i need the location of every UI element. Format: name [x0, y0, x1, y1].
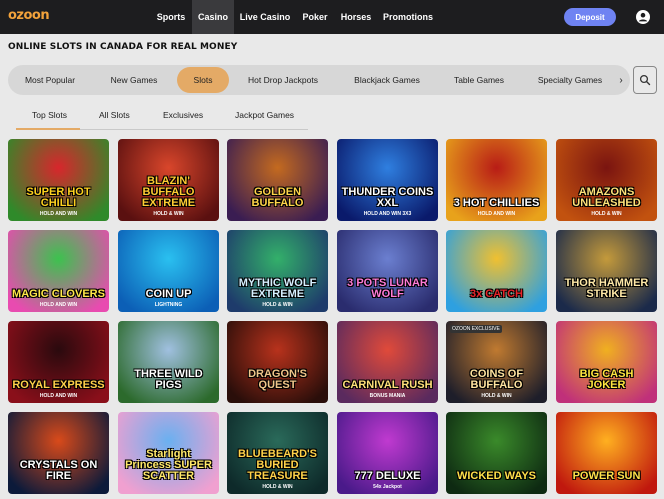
page-title: ONLINE SLOTS IN CANADA FOR REAL MONEY: [8, 42, 238, 52]
nav-sports[interactable]: Sports: [152, 0, 190, 34]
category-table-games[interactable]: Table Games: [445, 67, 513, 93]
game-title: AMAZONS UNLEASHED: [572, 186, 641, 209]
subtab-top-slots[interactable]: Top Slots: [32, 110, 67, 124]
nav-promotions[interactable]: Promotions: [381, 0, 435, 34]
game-tile[interactable]: THREE WILD PIGS: [118, 321, 219, 403]
game-tile[interactable]: CARNIVAL RUSH BONUS MANIA: [337, 321, 438, 403]
nav-casino[interactable]: Casino: [192, 0, 234, 34]
game-tile[interactable]: OZOON EXCLUSIVE COINS OF BUFFALO HOLD & WI…: [446, 321, 547, 403]
subtab-jackpot-games[interactable]: Jackpot Games: [235, 110, 294, 124]
game-subtitle: HOLD AND WIN 3X3: [363, 211, 412, 217]
category-slots[interactable]: Slots: [177, 67, 229, 93]
game-subtitle: HOLD & WIN: [153, 211, 184, 217]
game-title: POWER SUN: [572, 470, 641, 482]
game-tile[interactable]: GOLDEN BUFFALO: [227, 139, 328, 221]
subtab-exclusives[interactable]: Exclusives: [163, 110, 203, 124]
user-account-icon[interactable]: [636, 10, 650, 24]
game-title: BLUEBEARD'S BURIED TREASURE: [237, 448, 317, 482]
game-subtitle: HOLD AND WIN: [477, 211, 516, 217]
game-subtitle: HOLD AND WIN: [39, 211, 78, 217]
category-new-games[interactable]: New Games: [100, 67, 168, 93]
game-subtitle: HOLD AND WIN: [39, 302, 78, 308]
game-tile[interactable]: 777 DELUXE 54x Jackpot: [337, 412, 438, 494]
category-hot-drop-jackpots[interactable]: Hot Drop Jackpots: [238, 67, 328, 93]
game-title: Starlight Princess SUPER SCATTER: [125, 448, 212, 482]
game-title: MAGIC CLOVERS: [12, 288, 105, 300]
game-title: 777 DELUXE: [354, 470, 421, 482]
game-tile[interactable]: MAGIC CLOVERS HOLD AND WIN: [8, 230, 109, 312]
category-specialty-games[interactable]: Specialty Games: [528, 67, 612, 93]
game-title: MYTHIC WOLF EXTREME: [238, 277, 317, 300]
game-tile[interactable]: POWER SUN: [556, 412, 657, 494]
game-subtitle: HOLD & WIN: [262, 302, 293, 308]
deposit-button[interactable]: Deposit: [564, 8, 616, 26]
game-tile[interactable]: SUPER HOT CHILLI HOLD AND WIN: [8, 139, 109, 221]
search-icon: [639, 74, 651, 86]
game-subtitle: HOLD & WIN: [481, 393, 512, 399]
game-subtitle: HOLD & WIN: [591, 211, 622, 217]
game-subtitle: HOLD AND WIN: [39, 393, 78, 399]
game-title: THOR HAMMER STRIKE: [564, 277, 649, 300]
game-tile[interactable]: CRYSTALS ON FIRE: [8, 412, 109, 494]
game-title: GOLDEN BUFFALO: [251, 186, 304, 209]
exclusive-badge: OZOON EXCLUSIVE: [450, 325, 502, 333]
subtab-all-slots[interactable]: All Slots: [99, 110, 130, 124]
game-tile[interactable]: BIG CASH JOKER: [556, 321, 657, 403]
chevron-right-icon[interactable]: ›: [614, 71, 628, 89]
game-title: DRAGON'S QUEST: [248, 368, 307, 391]
game-tile[interactable]: BLAZIN' BUFFALO EXTREME HOLD & WIN: [118, 139, 219, 221]
game-title: ROYAL EXPRESS: [12, 379, 105, 391]
game-tile[interactable]: BLUEBEARD'S BURIED TREASURE HOLD & WIN: [227, 412, 328, 494]
game-tile[interactable]: MYTHIC WOLF EXTREME HOLD & WIN: [227, 230, 328, 312]
game-tile[interactable]: DRAGON'S QUEST: [227, 321, 328, 403]
game-tile[interactable]: 3 POTS LUNAR WOLF: [337, 230, 438, 312]
game-tile[interactable]: THUNDER COINS XXL HOLD AND WIN 3X3: [337, 139, 438, 221]
game-title: BLAZIN' BUFFALO EXTREME: [141, 175, 196, 209]
game-title: CARNIVAL RUSH: [342, 379, 433, 391]
game-tile[interactable]: 3 HOT CHILLIES HOLD AND WIN: [446, 139, 547, 221]
nav-horses[interactable]: Horses: [337, 0, 375, 34]
game-tile[interactable]: 3x CATCH: [446, 230, 547, 312]
game-subtitle: HOLD & WIN: [262, 484, 293, 490]
game-tile[interactable]: THOR HAMMER STRIKE: [556, 230, 657, 312]
game-title: THREE WILD PIGS: [134, 368, 203, 391]
game-tile[interactable]: ROYAL EXPRESS HOLD AND WIN: [8, 321, 109, 403]
game-tile[interactable]: AMAZONS UNLEASHED HOLD & WIN: [556, 139, 657, 221]
search-button[interactable]: [633, 66, 657, 94]
top-navigation-bar: ozoon Sports Casino Live Casino Poker Ho…: [0, 0, 664, 34]
game-title: THUNDER COINS XXL: [341, 186, 434, 209]
game-title: BIG CASH JOKER: [579, 368, 634, 391]
nav-poker[interactable]: Poker: [298, 0, 332, 34]
game-subtitle: 54x Jackpot: [373, 484, 402, 490]
game-title: COINS OF BUFFALO: [469, 368, 524, 391]
game-tile[interactable]: Starlight Princess SUPER SCATTER: [118, 412, 219, 494]
game-title: COIN UP: [145, 288, 192, 300]
active-subtab-indicator: [16, 128, 80, 130]
category-blackjack-games[interactable]: Blackjack Games: [342, 67, 432, 93]
game-title: CRYSTALS ON FIRE: [19, 459, 98, 482]
game-title: WICKED WAYS: [456, 470, 537, 482]
game-tile[interactable]: WICKED WAYS: [446, 412, 547, 494]
game-title: 3x CATCH: [470, 288, 523, 300]
ozoon-logo[interactable]: ozoon: [8, 8, 50, 26]
category-most-popular[interactable]: Most Popular: [14, 67, 86, 93]
game-subtitle: BONUS MANIA: [369, 393, 406, 399]
game-title: 3 POTS LUNAR WOLF: [347, 277, 428, 300]
game-tile[interactable]: COIN UP LIGHTNING: [118, 230, 219, 312]
nav-live-casino[interactable]: Live Casino: [238, 0, 292, 34]
game-title: SUPER HOT CHILLI: [26, 186, 91, 209]
game-title: 3 HOT CHILLIES: [453, 197, 540, 209]
game-subtitle: LIGHTNING: [154, 302, 183, 308]
